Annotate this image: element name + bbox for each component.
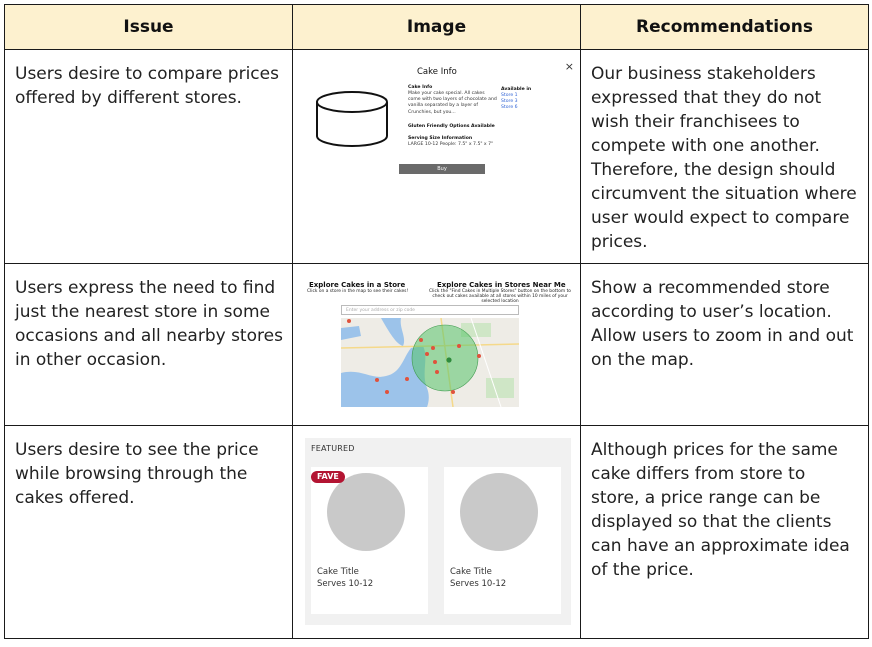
cake-title: Cake Title — [317, 567, 359, 577]
issue-cell: Users express the need to find just the … — [4, 263, 293, 426]
featured-mockup: FEATURED FAVE Cake Title Serves 10-12 Ca… — [305, 438, 571, 625]
image-cell: FEATURED FAVE Cake Title Serves 10-12 Ca… — [292, 425, 581, 639]
findings-table: Issue Image Recommendations Users desire… — [4, 4, 869, 639]
featured-label: FEATURED — [311, 444, 355, 453]
modal-title: Cake Info — [417, 67, 457, 77]
issue-text: Users desire to see the price while brow… — [15, 440, 259, 508]
cake-serves: Serves 10-12 — [450, 579, 507, 589]
store-map[interactable] — [341, 318, 519, 407]
recommendation-cell: Our business stakeholders expressed that… — [580, 49, 869, 264]
table-row: Users express the need to find just the … — [4, 263, 869, 426]
buy-button[interactable]: Buy — [399, 164, 485, 174]
header-image: Image — [292, 4, 581, 50]
cake-image-placeholder — [327, 473, 405, 551]
explore-nearby-sub: Click the "Find Cakes in Multiple Stores… — [429, 289, 571, 304]
header-row: Issue Image Recommendations — [4, 4, 869, 50]
cake-image-placeholder — [460, 473, 538, 551]
recommendation-text: Show a recommended store according to us… — [591, 278, 854, 370]
recommendation-text: Our business stakeholders expressed that… — [591, 64, 857, 252]
image-cell: × Cake Info Cake Info Make your cake spe… — [292, 49, 581, 264]
cake-info-mockup: × Cake Info Cake Info Make your cake spe… — [293, 50, 580, 264]
explore-store-sub: Click on a store in the map to see their… — [307, 289, 409, 294]
explore-nearby-heading: Explore Cakes in Stores Near Me — [437, 281, 566, 289]
cake-card[interactable]: Cake Title Serves 10-12 — [311, 467, 428, 614]
cake-card[interactable]: Cake Title Serves 10-12 — [444, 467, 561, 614]
image-cell: Explore Cakes in a Store Click on a stor… — [292, 263, 581, 426]
store-link[interactable]: Store 6 — [501, 105, 518, 111]
cake-info-text: Make your cake special. All cakes come w… — [408, 91, 497, 115]
cake-illustration — [316, 91, 388, 147]
gluten-note: Gluten Friendly Options Available — [408, 124, 495, 129]
cake-title: Cake Title — [450, 567, 492, 577]
explore-store-heading: Explore Cakes in a Store — [309, 281, 406, 289]
issue-cell: Users desire to see the price while brow… — [4, 425, 293, 639]
recommendation-text: Although prices for the same cake differ… — [591, 440, 850, 580]
issue-cell: Users desire to compare prices offered b… — [4, 49, 293, 264]
map-mockup: Explore Cakes in a Store Click on a stor… — [293, 264, 580, 426]
header-issue: Issue — [4, 4, 293, 50]
address-search-input[interactable]: Enter your address or zip code — [341, 305, 519, 315]
cake-serves: Serves 10-12 — [317, 579, 374, 589]
fave-badge: FAVE — [311, 471, 345, 483]
table-row: Users desire to see the price while brow… — [4, 425, 869, 639]
serving-text: LARGE 10-12 People: 7.5" x 7.5" x 7" — [408, 142, 494, 147]
issue-text: Users desire to compare prices offered b… — [15, 64, 279, 108]
recommendation-cell: Show a recommended store according to us… — [580, 263, 869, 426]
issue-text: Users express the need to find just the … — [15, 278, 283, 370]
recommendation-cell: Although prices for the same cake differ… — [580, 425, 869, 639]
close-icon[interactable]: × — [565, 60, 574, 73]
table-row: Users desire to compare prices offered b… — [4, 49, 869, 264]
header-recommendations: Recommendations — [580, 4, 869, 50]
